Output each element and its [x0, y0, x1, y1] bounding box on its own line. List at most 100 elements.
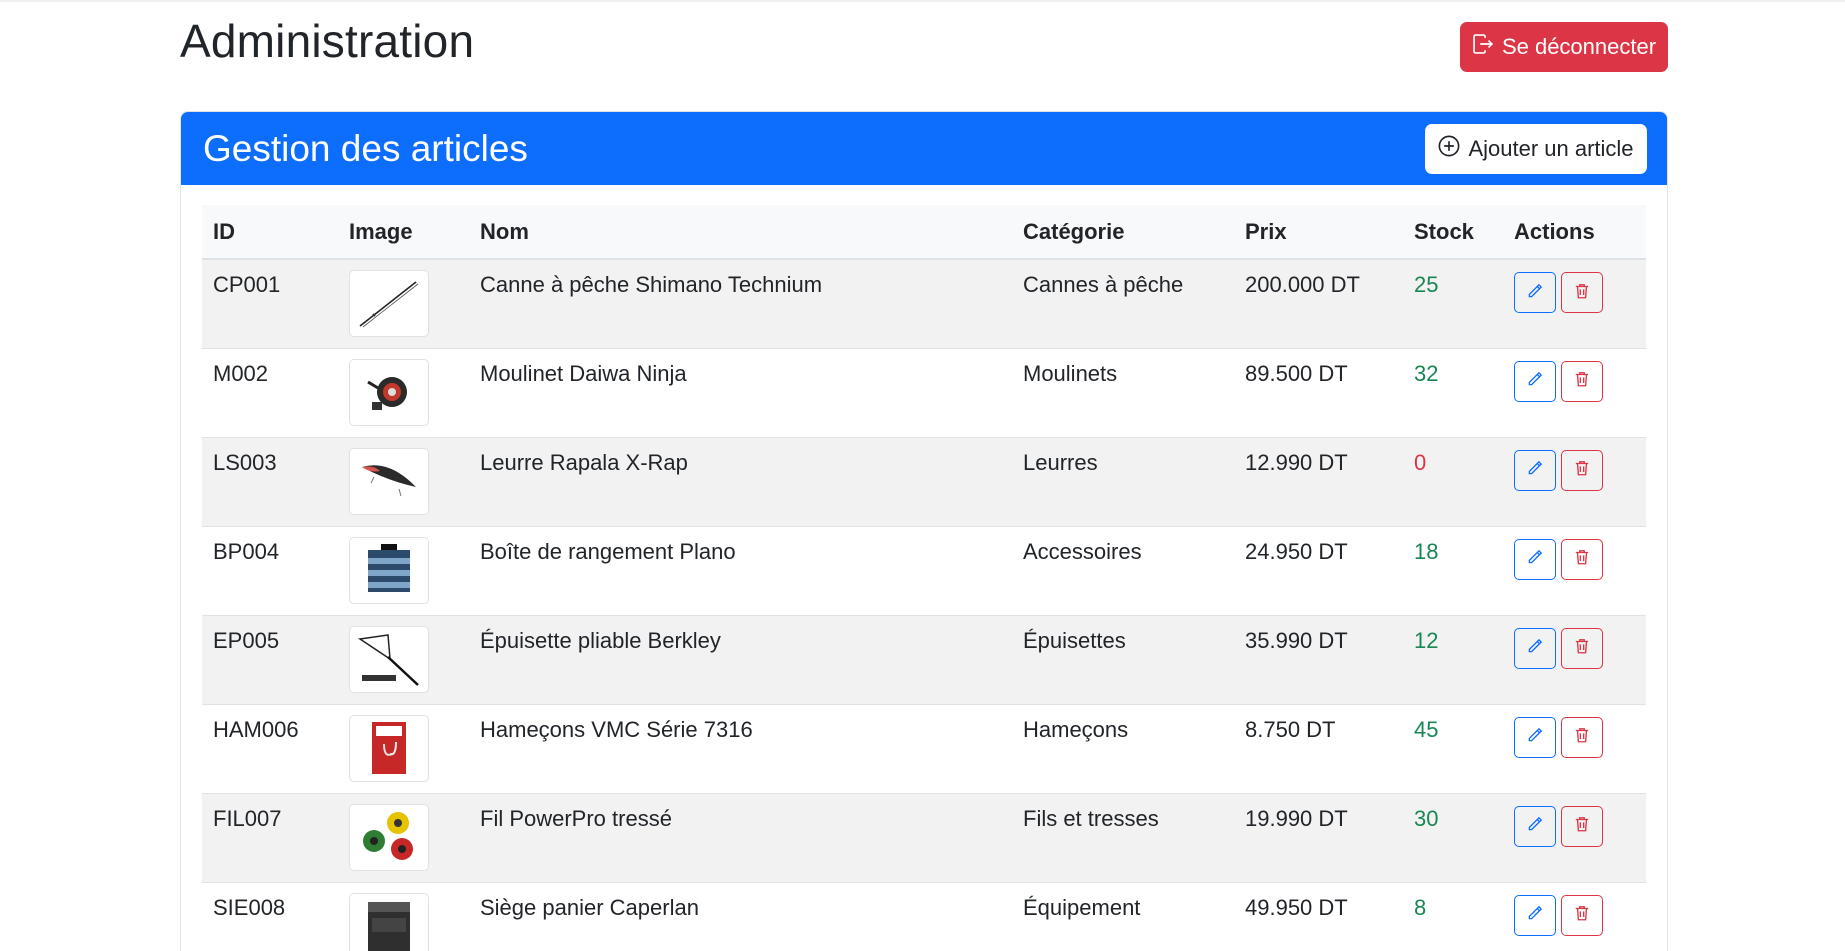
table-row: BP004 Boîte de rangement Plano Accessoires…	[202, 526, 1646, 616]
plus-circle-icon	[1438, 135, 1460, 163]
edit-button[interactable]	[1514, 538, 1556, 580]
articles-table: ID Image Nom Catégorie Prix Stock Action…	[202, 205, 1646, 951]
cell-category: Accessoires	[1012, 526, 1234, 616]
cell-stock: 8	[1403, 882, 1503, 951]
reel-image	[349, 358, 429, 426]
delete-button[interactable]	[1561, 360, 1603, 402]
delete-button[interactable]	[1561, 627, 1603, 669]
cell-price: 8.750 DT	[1234, 704, 1403, 794]
cell-actions	[1503, 615, 1646, 705]
cell-price: 35.990 DT	[1234, 615, 1403, 705]
edit-button[interactable]	[1514, 449, 1556, 491]
cell-name: Boîte de rangement Plano	[469, 526, 1012, 616]
cell-name: Leurre Rapala X-Rap	[469, 437, 1012, 527]
cell-actions	[1503, 526, 1646, 616]
cell-name: Fil PowerPro tressé	[469, 793, 1012, 883]
table-row: EP005 Épuisette pliable Berkley Épuisettes…	[202, 615, 1646, 705]
cell-stock: 45	[1403, 704, 1503, 794]
trash-icon	[1573, 368, 1591, 394]
cell-price: 19.990 DT	[1234, 793, 1403, 883]
trash-icon	[1573, 635, 1591, 661]
delete-button[interactable]	[1561, 538, 1603, 580]
add-article-label: Ajouter un article	[1468, 135, 1634, 161]
cell-stock: 12	[1403, 615, 1503, 705]
trash-icon	[1573, 902, 1591, 928]
add-article-button[interactable]: Ajouter un article	[1425, 123, 1647, 174]
cell-actions	[1503, 882, 1646, 951]
logout-button[interactable]: Se déconnecter	[1460, 22, 1668, 72]
cell-stock: 30	[1403, 793, 1503, 883]
cell-id: BP004	[202, 526, 338, 616]
cell-id: M002	[202, 348, 338, 438]
header-image: Image	[338, 205, 469, 260]
cell-category: Cannes à pêche	[1012, 259, 1234, 349]
logout-icon	[1472, 33, 1494, 61]
trash-icon	[1573, 813, 1591, 839]
cell-name: Siège panier Caperlan	[469, 882, 1012, 951]
seat-box-image	[349, 892, 429, 951]
card-body: ID Image Nom Catégorie Prix Stock Action…	[181, 185, 1667, 951]
card-title: Gestion des articles	[203, 127, 528, 169]
table-row: CP001 Canne à pêche Shimano Technium Canne…	[202, 259, 1646, 349]
header-actions: Actions	[1503, 205, 1646, 260]
trash-icon	[1573, 457, 1591, 483]
lure-image	[349, 447, 429, 515]
pencil-icon	[1526, 813, 1544, 839]
logout-label: Se déconnecter	[1501, 34, 1657, 59]
cell-category: Leurres	[1012, 437, 1234, 527]
header-stock: Stock	[1403, 205, 1503, 260]
cell-image	[338, 259, 469, 349]
cell-price: 49.950 DT	[1234, 882, 1403, 951]
braided-line-image	[349, 803, 429, 871]
cell-image	[338, 882, 469, 951]
pencil-icon	[1526, 724, 1544, 750]
cell-id: EP005	[202, 615, 338, 705]
header-category: Catégorie	[1012, 205, 1234, 260]
cell-id: CP001	[202, 259, 338, 349]
table-row: LS003 Leurre Rapala X-Rap Leurres 12.990 DT…	[202, 437, 1646, 527]
edit-button[interactable]	[1514, 894, 1556, 936]
cell-id: LS003	[202, 437, 338, 527]
cell-actions	[1503, 259, 1646, 349]
delete-button[interactable]	[1561, 449, 1603, 491]
cell-category: Fils et tresses	[1012, 793, 1234, 883]
cell-stock: 32	[1403, 348, 1503, 438]
articles-card: Gestion des articles Ajouter un article …	[180, 111, 1668, 951]
delete-button[interactable]	[1561, 716, 1603, 758]
cell-image	[338, 704, 469, 794]
cell-name: Hameçons VMC Série 7316	[469, 704, 1012, 794]
edit-button[interactable]	[1514, 805, 1556, 847]
cell-actions	[1503, 437, 1646, 527]
cell-id: FIL007	[202, 793, 338, 883]
cell-stock: 25	[1403, 259, 1503, 349]
pencil-icon	[1526, 280, 1544, 306]
tackle-box-image	[349, 536, 429, 604]
delete-button[interactable]	[1561, 272, 1603, 313]
cell-image	[338, 793, 469, 883]
cell-id: SIE008	[202, 882, 338, 951]
rod-image	[349, 270, 429, 337]
trash-icon	[1573, 280, 1591, 306]
pencil-icon	[1526, 635, 1544, 661]
cell-stock: 18	[1403, 526, 1503, 616]
cell-image	[338, 615, 469, 705]
edit-button[interactable]	[1514, 716, 1556, 758]
pencil-icon	[1526, 902, 1544, 928]
cell-name: Moulinet Daiwa Ninja	[469, 348, 1012, 438]
table-row: HAM006 Hameçons VMC Série 7316 Hameçons 8.7…	[202, 704, 1646, 794]
top-divider	[0, 0, 1845, 2]
cell-category: Épuisettes	[1012, 615, 1234, 705]
cell-category: Moulinets	[1012, 348, 1234, 438]
delete-button[interactable]	[1561, 805, 1603, 847]
delete-button[interactable]	[1561, 894, 1603, 936]
edit-button[interactable]	[1514, 360, 1556, 402]
table-header-row: ID Image Nom Catégorie Prix Stock Action…	[202, 205, 1646, 260]
edit-button[interactable]	[1514, 272, 1556, 313]
cell-category: Hameçons	[1012, 704, 1234, 794]
pencil-icon	[1526, 368, 1544, 394]
cell-stock: 0	[1403, 437, 1503, 527]
edit-button[interactable]	[1514, 627, 1556, 669]
landing-net-image	[349, 625, 429, 693]
cell-id: HAM006	[202, 704, 338, 794]
header-name: Nom	[469, 205, 1012, 260]
